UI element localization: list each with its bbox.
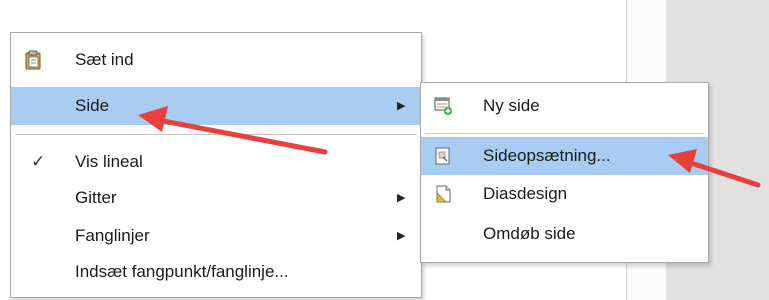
menu-item-insert-snap-point[interactable]: Indsæt fangpunkt/fanglinje... <box>11 253 421 291</box>
menu-separator <box>425 133 704 134</box>
submenu-item-rename-page[interactable]: Omdøb side <box>421 215 708 253</box>
checkmark-icon: ✓ <box>31 152 46 171</box>
menu-item-label: Fanglinjer <box>75 226 150 245</box>
menu-item-label: Vis lineal <box>75 152 143 171</box>
submenu-item-label: Omdøb side <box>483 224 576 243</box>
menu-item-side[interactable]: Side ▶ <box>11 87 421 125</box>
menu-item-grid[interactable]: Gitter ▶ <box>11 179 421 217</box>
page-setup-icon <box>433 146 453 166</box>
menu-item-show-ruler[interactable]: ✓ Vis lineal <box>11 143 421 181</box>
submenu-item-label: Diasdesign <box>483 184 568 203</box>
submenu-item-slide-design[interactable]: Diasdesign <box>421 175 708 213</box>
menu-item-snap-lines[interactable]: Fanglinjer ▶ <box>11 217 421 255</box>
menu-item-paste[interactable]: Sæt ind <box>11 41 421 79</box>
menu-item-label: Indsæt fangpunkt/fanglinje... <box>75 262 289 281</box>
menu-item-label: Side <box>75 96 110 115</box>
submenu-arrow-icon: ▶ <box>397 100 406 112</box>
submenu-item-page-setup[interactable]: Sideopsætning... <box>421 137 708 175</box>
submenu-item-label: Ny side <box>483 96 540 115</box>
context-menu: Sæt ind Side ▶ ✓ Vis lineal Gitter ▶ Fan… <box>10 32 422 298</box>
menu-separator <box>15 134 417 135</box>
slide-design-icon <box>433 184 453 204</box>
menu-item-label: Gitter <box>75 188 117 207</box>
submenu-arrow-icon: ▶ <box>397 192 406 204</box>
new-page-icon <box>433 96 453 116</box>
menu-item-label: Sæt ind <box>75 50 134 69</box>
side-submenu: Ny side Sideopsætning... Diasdesign Omdø… <box>420 82 709 263</box>
submenu-arrow-icon: ▶ <box>397 230 406 242</box>
submenu-item-label: Sideopsætning... <box>483 146 611 165</box>
clipboard-paste-icon <box>23 50 43 70</box>
submenu-item-new-page[interactable]: Ny side <box>421 87 708 125</box>
